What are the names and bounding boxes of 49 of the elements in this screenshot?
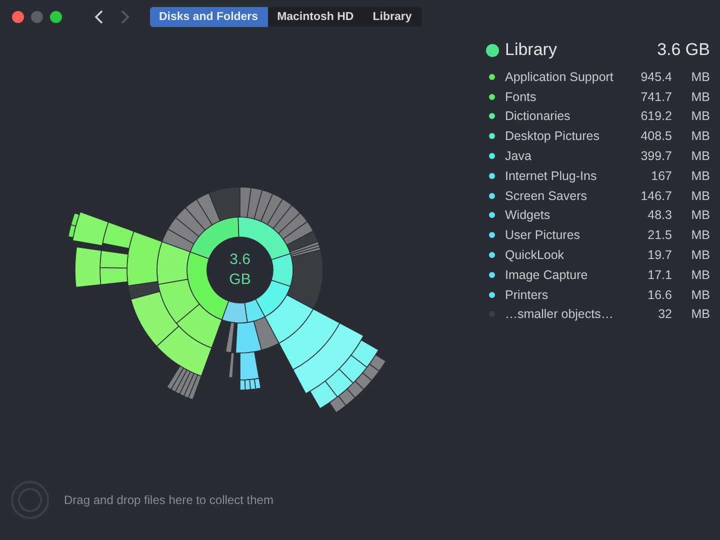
item-size: 17.1 [646,268,672,282]
item-name[interactable]: Dictionaries [505,109,624,124]
item-size: 16.6 [646,288,672,302]
size-unit: MB [690,268,710,282]
item-name[interactable]: Internet Plug-Ins [505,168,624,183]
item-name[interactable]: Java [505,149,624,164]
item-size: 146.7 [640,188,672,203]
size-unit: MB [690,288,710,302]
drop-hint: Drag and drop files here to collect them [64,493,274,507]
item-size: 32 [657,307,672,322]
item-name[interactable]: Desktop Pictures [505,129,624,144]
size-unit: MB [690,90,710,104]
breadcrumb[interactable]: Macintosh HD [268,7,364,27]
item-size: 167 [650,168,672,183]
size-unit: MB [690,149,710,164]
item-size: 945.4 [640,70,672,84]
item-size: 48.3 [646,208,672,222]
item-size: 399.7 [640,149,672,164]
item-size: 741.7 [640,90,672,104]
item-name[interactable]: Screen Savers [505,188,624,203]
size-unit: MB [690,70,710,84]
breadcrumb[interactable]: Library [364,7,422,27]
item-name[interactable]: Widgets [505,208,624,222]
item-size: 619.2 [640,109,672,124]
item-size: 19.7 [646,248,672,262]
size-unit: MB [690,188,710,203]
item-name[interactable]: Fonts [505,90,624,104]
item-name[interactable]: Application Support [505,70,624,84]
size-unit: MB [690,168,710,183]
folder-size: 3.6 GB [657,40,710,60]
total-size-label: 3.6 GB [228,250,252,290]
size-unit: MB [690,208,710,222]
close-button[interactable] [12,11,24,23]
size-unit: MB [690,129,710,144]
zoom-button[interactable] [50,11,62,23]
breadcrumb[interactable]: Disks and Folders [150,7,268,27]
size-unit: MB [690,248,710,262]
item-size: 408.5 [640,129,672,144]
item-name[interactable]: User Pictures [505,228,624,242]
item-name[interactable]: Printers [505,288,624,302]
back-icon[interactable] [94,9,104,25]
size-unit: MB [690,307,710,322]
size-unit: MB [690,228,710,242]
item-name[interactable]: QuickLook [505,248,624,262]
item-size: 21.5 [646,228,672,242]
folder-name: Library [505,40,558,60]
item-name[interactable]: …smaller objects… [505,307,624,322]
size-unit: MB [690,109,710,124]
item-name[interactable]: Image Capture [505,268,624,282]
